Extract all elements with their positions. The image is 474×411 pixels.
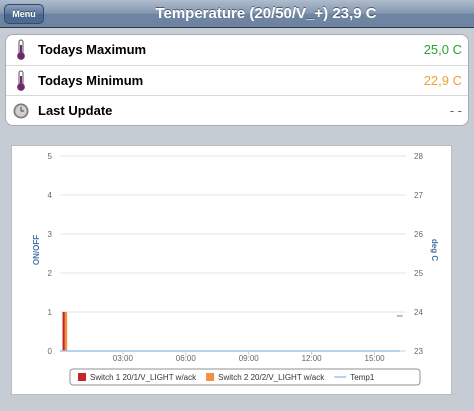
- right-tick-label: 26: [414, 230, 423, 239]
- right-tick-label: 24: [414, 308, 423, 317]
- right-tick-label: 27: [414, 191, 423, 200]
- x-axis-ticks: 03:00 06:00 09:00 12:00 15:00: [113, 351, 385, 363]
- x-tick-label: 06:00: [176, 354, 197, 363]
- legend-label: Switch 1 20/1/V_LIGHT w/ack: [90, 373, 197, 382]
- chart-panel: 012345 23 24 25 26 27 28 03:00 06:00 09:00 12:00…: [11, 145, 452, 395]
- clock-icon: [13, 103, 29, 119]
- page-title: Temperature (20/50/V_+) 23,9 C: [155, 5, 377, 22]
- right-tick-label: 25: [414, 269, 423, 278]
- legend-label: Temp1: [350, 373, 375, 382]
- left-tick-label: 1: [48, 308, 53, 317]
- row-label: Todays Maximum: [38, 42, 147, 57]
- left-tick-label: 2: [48, 269, 53, 278]
- right-tick-label: 23: [414, 347, 423, 356]
- left-axis-ticks: 0 1 2 3 4 5: [48, 152, 53, 356]
- list-item-last-update[interactable]: Last Update - -: [6, 96, 468, 125]
- list-item-todays-maximum[interactable]: Todays Maximum 25,0 C: [6, 35, 468, 66]
- chart-legend: Switch 1 20/1/V_LIGHT w/ack Switch 2 20/2…: [69, 368, 421, 386]
- temperature-chart: 012345 232425262728 03:00 06:00 09:00 12:00…: [32, 152, 439, 386]
- left-tick-label: 4: [48, 191, 53, 200]
- row-value: 25,0 C: [423, 42, 462, 57]
- x-tick-label: 15:00: [365, 354, 386, 363]
- series-bar: [64, 312, 68, 351]
- left-tick-label: 3: [48, 230, 53, 239]
- right-axis-ticks: 23 24 25 26 27 28: [414, 152, 423, 356]
- chart-series: [60, 312, 403, 352]
- x-tick-label: 12:00: [302, 354, 323, 363]
- x-tick-label: 09:00: [239, 354, 260, 363]
- row-label: Todays Minimum: [38, 72, 144, 88]
- left-tick-label: 0: [48, 347, 53, 356]
- left-axis-title: ON/OFF: [32, 235, 41, 265]
- legend-swatch: [78, 373, 86, 381]
- right-axis-title: deg C: [430, 239, 439, 261]
- x-tick-label: 03:00: [113, 354, 134, 363]
- legend-label: Switch 2 20/2/V_LIGHT w/ack: [218, 373, 325, 382]
- summary-list: Todays Maximum 25,0 C Todays Minimum 22,…: [5, 34, 469, 126]
- legend-swatch: [206, 373, 215, 381]
- left-tick-label: 5: [48, 152, 53, 161]
- row-label: Last Update: [38, 103, 113, 118]
- thermometer-icon: [17, 70, 25, 91]
- thermometer-icon: [17, 39, 25, 60]
- list-item-todays-minimum[interactable]: Todays Minimum 22,9 C: [6, 66, 468, 96]
- chart-grid: [60, 155, 406, 352]
- navigation-bar: Menu Temperature (20/50/V_+) 23,9 C: [0, 0, 474, 28]
- row-value: - -: [449, 103, 462, 118]
- right-tick-label: 28: [414, 152, 423, 161]
- menu-button[interactable]: Menu: [4, 4, 44, 24]
- row-value: 22,9 C: [423, 72, 462, 88]
